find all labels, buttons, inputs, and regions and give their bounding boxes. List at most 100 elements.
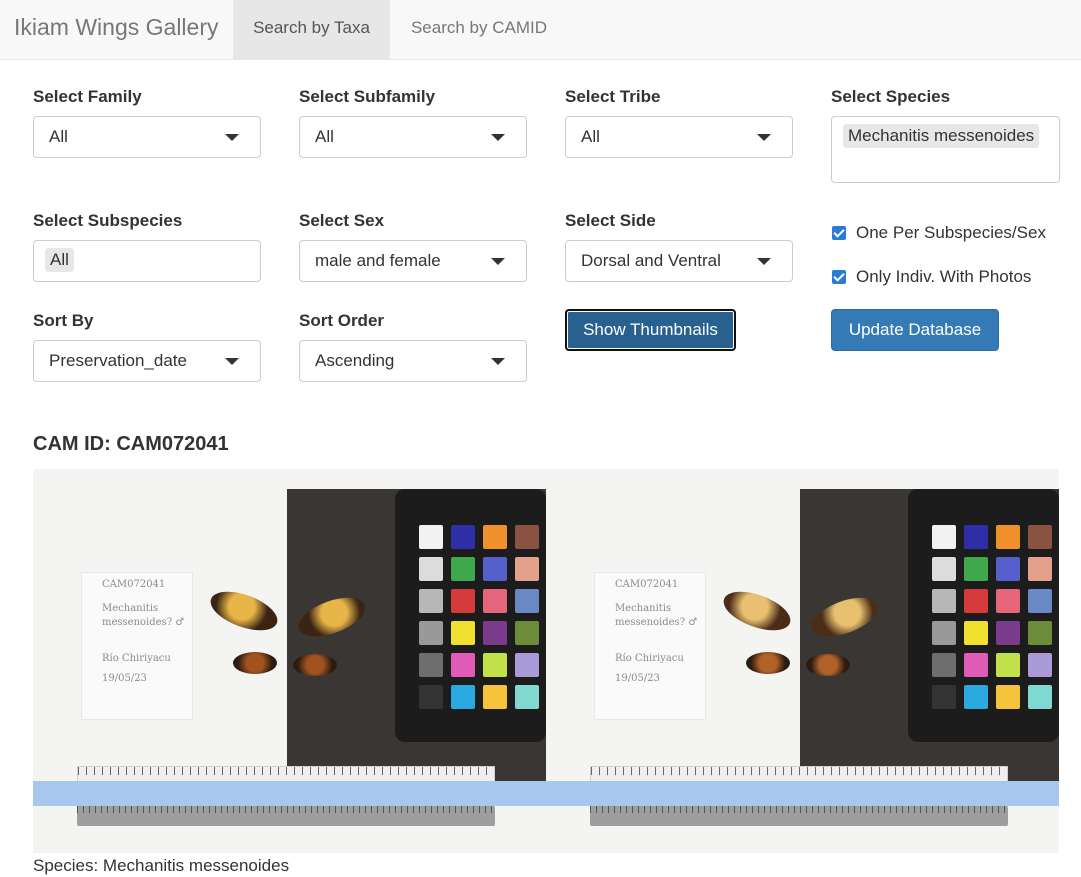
color-patch: [932, 621, 956, 645]
color-patch: [419, 525, 443, 549]
color-patch: [996, 557, 1020, 581]
caret-down-icon: [491, 134, 505, 141]
color-patch: [932, 589, 956, 613]
sex-label: Select Sex: [299, 211, 385, 230]
color-patch: [996, 525, 1020, 549]
sex-select[interactable]: male and female: [299, 240, 527, 282]
color-patch: [515, 557, 539, 581]
color-patch: [1028, 589, 1052, 613]
update-database-button[interactable]: Update Database: [831, 309, 999, 351]
label-note: 19/05/23: [102, 673, 147, 684]
color-patch: [932, 525, 956, 549]
species-label: Select Species: [831, 87, 951, 106]
family-value: All: [49, 127, 68, 146]
color-patch: [515, 589, 539, 613]
sort-by-label: Sort By: [33, 311, 94, 330]
tribe-select[interactable]: All: [565, 116, 793, 158]
ruler-bottom: [590, 806, 1008, 826]
label-note: Río Chiriyacu: [102, 653, 171, 664]
color-patch: [1028, 685, 1052, 709]
blue-tape: [33, 781, 546, 806]
color-patch: [1028, 653, 1052, 677]
sort-order-select[interactable]: Ascending: [299, 340, 527, 382]
color-patch: [964, 589, 988, 613]
only-with-photos-label: Only Indiv. With Photos: [856, 267, 1032, 286]
caret-down-icon: [491, 258, 505, 265]
color-patch: [964, 653, 988, 677]
color-patch: [451, 621, 475, 645]
color-patch: [483, 557, 507, 581]
species-caption: Species: Mechanitis messenoides: [33, 856, 290, 875]
color-patch: [451, 589, 475, 613]
forewing-left: [718, 583, 796, 639]
subfamily-select[interactable]: All: [299, 116, 527, 158]
label-note: Mechanitis: [102, 603, 159, 614]
caret-down-icon: [757, 134, 771, 141]
blue-tape: [546, 781, 1059, 806]
color-patch: [419, 621, 443, 645]
label-note: 19/05/23: [615, 673, 660, 684]
app-brand[interactable]: Ikiam Wings Gallery: [14, 14, 218, 41]
color-patch: [451, 525, 475, 549]
label-note: messenoides? ♂: [615, 617, 698, 628]
color-patch: [964, 621, 988, 645]
color-patch: [483, 621, 507, 645]
forewing-left: [205, 583, 283, 639]
color-patch: [451, 557, 475, 581]
ruler-bottom: [77, 806, 495, 826]
sort-by-select[interactable]: Preservation_date: [33, 340, 261, 382]
color-patch: [1028, 557, 1052, 581]
hindwing-left: [233, 652, 277, 674]
color-patch: [932, 685, 956, 709]
color-patch: [996, 685, 1020, 709]
specimen-photo-ventral[interactable]: CAM072041 Mechanitis messenoides? ♂ Río …: [546, 469, 1059, 853]
side-label: Select Side: [565, 211, 656, 230]
color-patch: [483, 685, 507, 709]
label-note: Mechanitis: [615, 603, 672, 614]
color-patch: [1028, 525, 1052, 549]
species-multiselect[interactable]: Mechanitis messenoides: [831, 116, 1060, 183]
color-patch: [419, 557, 443, 581]
family-select[interactable]: All: [33, 116, 261, 158]
color-patch: [996, 621, 1020, 645]
sort-by-value: Preservation_date: [49, 351, 187, 370]
tab-search-by-camid[interactable]: Search by CAMID: [390, 0, 568, 59]
caret-down-icon: [225, 358, 239, 365]
side-select[interactable]: Dorsal and Ventral: [565, 240, 793, 282]
color-patch: [964, 557, 988, 581]
sort-order-value: Ascending: [315, 351, 395, 370]
caret-down-icon: [491, 358, 505, 365]
color-patch: [515, 525, 539, 549]
one-per-subspecies-label: One Per Subspecies/Sex: [856, 223, 1046, 242]
subspecies-multiselect[interactable]: All: [33, 240, 261, 282]
subspecies-chip[interactable]: All: [45, 248, 74, 272]
show-thumbnails-button[interactable]: Show Thumbnails: [565, 309, 736, 351]
label-note: CAM072041: [615, 579, 679, 590]
subspecies-label: Select Subspecies: [33, 211, 183, 230]
color-patch: [451, 653, 475, 677]
hindwing-left: [746, 652, 790, 674]
checkbox-checked-icon[interactable]: [832, 270, 846, 284]
tribe-value: All: [581, 127, 600, 146]
color-patch: [1028, 621, 1052, 645]
tab-search-by-taxa[interactable]: Search by Taxa: [233, 0, 390, 59]
species-chip[interactable]: Mechanitis messenoides: [843, 124, 1040, 148]
color-patch: [419, 589, 443, 613]
color-patch: [483, 525, 507, 549]
caret-down-icon: [225, 134, 239, 141]
color-patch: [964, 685, 988, 709]
specimen-photo-dorsal[interactable]: CAM072041 Mechanitis messenoides? ♂ Río …: [33, 469, 546, 853]
checkbox-checked-icon[interactable]: [832, 226, 846, 240]
color-patch: [419, 653, 443, 677]
tribe-label: Select Tribe: [565, 87, 661, 106]
color-checker-card: [395, 489, 546, 742]
cam-id-heading: CAM ID: CAM072041: [33, 433, 229, 455]
color-patch: [515, 653, 539, 677]
subfamily-value: All: [315, 127, 334, 146]
color-patch: [515, 685, 539, 709]
sort-order-label: Sort Order: [299, 311, 385, 330]
label-note: Río Chiriyacu: [615, 653, 684, 664]
color-patch: [996, 653, 1020, 677]
sex-value: male and female: [315, 251, 441, 270]
color-patch: [964, 525, 988, 549]
